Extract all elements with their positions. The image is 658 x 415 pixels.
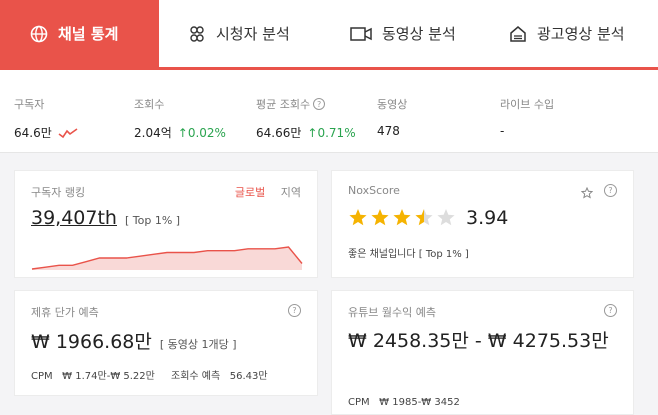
trophy-icon[interactable]	[580, 184, 594, 203]
ad-house-icon	[509, 25, 527, 43]
stat-value: -	[500, 124, 505, 138]
stat-value: 64.66만	[256, 126, 302, 140]
stat-views: 조회수 2.04억 ↑ 0.02%	[134, 96, 226, 141]
tab-bar: 채널 통계 시청자 분석 동영상 분석 광고영상 분석	[0, 0, 658, 70]
stat-change: 0.71%	[317, 125, 356, 140]
card-title: 유튜브 월수익 예측	[348, 306, 436, 319]
nox-score: 3.94	[466, 207, 509, 229]
star-icon	[349, 209, 367, 226]
tab-label: 동영상 분석	[382, 25, 456, 43]
nox-desc: 좋은 채널입니다 [ Top 1% ]	[348, 249, 469, 260]
help-icon[interactable]: ?	[604, 304, 617, 317]
tab-video[interactable]: 동영상 분석	[350, 0, 456, 67]
pricing-cpm: CPM ₩ 1.74만-₩ 5.22만	[31, 371, 155, 382]
rank-chart	[31, 246, 303, 270]
noxscore-card: NoxScore ? 3.94 좋은 채널입니다 [ Top 1% ]	[331, 170, 634, 278]
stat-value: 64.6만	[14, 126, 52, 140]
star-icon	[415, 209, 433, 226]
trend-icon	[58, 127, 78, 138]
revenue-value: ₩ 2458.35만 - ₩ 4275.53만	[348, 330, 609, 352]
stat-value: 2.04억	[134, 126, 172, 140]
tab-label: 광고영상 분석	[537, 25, 625, 43]
pricing-card: 제휴 단가 예측 ? ₩ 1966.68만 [ 동영상 1개당 ] CPM ₩ …	[14, 290, 318, 396]
stat-live-income: 라이브 수입 -	[500, 96, 554, 138]
stats-row: 구독자 64.6만 조회수 2.04억 ↑ 0.02% 평균 조회수 ? 64.…	[0, 70, 658, 153]
globe-icon	[30, 25, 48, 43]
stat-label: 구독자	[14, 98, 45, 111]
revenue-cpm: CPM ₩ 1985-₩ 3452	[348, 397, 460, 408]
card-title: 구독자 랭킹	[31, 186, 86, 199]
tab-label: 시청자 분석	[216, 25, 290, 43]
help-icon[interactable]: ?	[604, 184, 617, 197]
tab-channel-stats[interactable]: 채널 통계	[0, 0, 159, 67]
stat-value: 478	[377, 124, 400, 138]
pricing-value: ₩ 1966.68만	[31, 331, 152, 353]
pricing-views-estimate: 조회수 예측 56.43만	[171, 371, 268, 382]
chart-area	[32, 247, 302, 270]
tab-global[interactable]: 글로벌	[235, 186, 265, 199]
revenue-card: 유튜브 월수익 예측 ? ₩ 2458.35만 - ₩ 4275.53만 CPM…	[331, 290, 634, 415]
tab-audience[interactable]: 시청자 분석	[188, 0, 290, 67]
tab-label: 채널 통계	[58, 25, 119, 43]
up-arrow-icon: ↑	[307, 125, 318, 140]
audience-icon	[188, 25, 206, 43]
star-icon	[393, 209, 411, 226]
stat-change: 0.02%	[187, 125, 226, 140]
star-icon	[437, 209, 455, 226]
stat-label: 조회수	[134, 98, 165, 111]
help-icon[interactable]: ?	[288, 304, 301, 317]
rank-top: [ Top 1% ]	[124, 214, 181, 227]
stat-avg-views: 평균 조회수 ? 64.66만 ↑ 0.71%	[256, 96, 356, 141]
stat-label: 평균 조회수	[256, 98, 311, 111]
video-camera-icon	[350, 26, 372, 42]
star-rating	[349, 209, 455, 226]
stat-label: 동영상	[377, 98, 408, 111]
tab-region[interactable]: 지역	[281, 186, 301, 199]
help-icon[interactable]: ?	[313, 98, 326, 110]
stat-videos: 동영상 478	[377, 96, 407, 138]
card-title: NoxScore	[348, 184, 400, 197]
star-icon	[371, 209, 389, 226]
pricing-unit: [ 동영상 1개당 ]	[159, 338, 237, 351]
ranking-card: 구독자 랭킹 글로벌 지역 39,407th [ Top 1% ]	[14, 170, 318, 278]
rank-value[interactable]: 39,407th	[31, 207, 117, 229]
card-title: 제휴 단가 예측	[31, 306, 99, 319]
stat-subscribers: 구독자 64.6만	[14, 96, 78, 141]
tab-ad-video[interactable]: 광고영상 분석	[509, 0, 625, 67]
stat-label: 라이브 수입	[500, 98, 555, 111]
up-arrow-icon: ↑	[177, 125, 188, 140]
